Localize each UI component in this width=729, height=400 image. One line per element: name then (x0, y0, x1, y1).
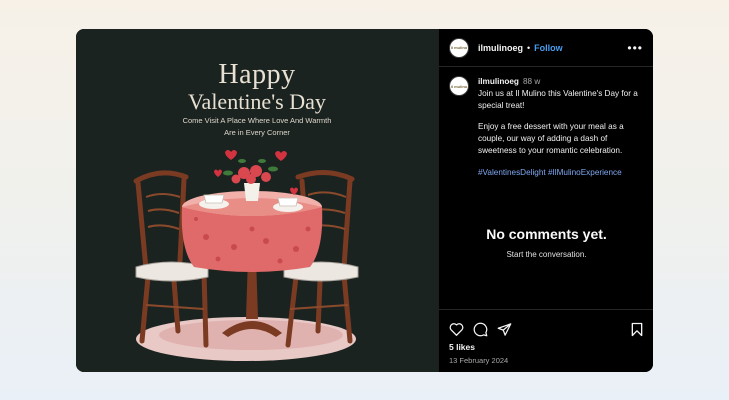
share-icon[interactable] (497, 322, 512, 337)
caption-age: 88 w (522, 77, 541, 86)
post-image-title: Happy (218, 59, 296, 90)
post-caption: il mulino ilmulinoeg 88 w Join us at Il M… (439, 67, 653, 189)
post-image[interactable]: Happy Valentine's Day Come Visit A Place… (76, 29, 438, 372)
comment-icon[interactable] (473, 322, 488, 337)
no-comments-title: No comments yet. (486, 226, 607, 242)
post-actions: 5 likes 13 February 2024 (439, 309, 653, 372)
separator-dot: • (527, 42, 531, 53)
bookmark-icon[interactable] (631, 322, 643, 337)
post-image-subtitle: Valentine's Day (188, 89, 326, 114)
caption-body: ilmulinoeg 88 w Join us at Il Mulino this… (478, 76, 643, 189)
table-and-chairs-illustration (133, 150, 359, 361)
likes-count[interactable]: 5 likes (439, 338, 653, 352)
instagram-post-card: Happy Valentine's Day Come Visit A Place… (76, 29, 653, 372)
caption-text-1: Join us at Il Mulino this Valentine's Da… (478, 88, 638, 110)
avatar[interactable]: il mulino (449, 37, 469, 58)
more-options-icon[interactable]: ••• (627, 41, 643, 55)
no-comments-subtitle: Start the conversation. (506, 250, 587, 259)
post-header: il mulino ilmulinoeg • Follow ••• (439, 29, 653, 67)
caption-text-2: Enjoy a free dessert with your meal as a… (478, 122, 624, 155)
follow-button[interactable]: Follow (534, 43, 563, 53)
comments-empty-state: No comments yet. Start the conversation. (439, 226, 653, 259)
caption-hashtags[interactable]: #ValentinesDelight #IlMulinoExperience (478, 167, 643, 179)
post-date: 13 February 2024 (449, 356, 509, 365)
caption-username[interactable]: ilmulinoeg (478, 77, 519, 86)
heart-icon[interactable] (449, 322, 464, 336)
header-username[interactable]: ilmulinoeg (478, 43, 523, 53)
post-sidebar: il mulino ilmulinoeg • Follow ••• il mul… (438, 29, 653, 372)
post-image-tagline: Come Visit A Place Where Love And Warmth… (182, 116, 332, 137)
caption-avatar[interactable]: il mulino (449, 76, 469, 96)
